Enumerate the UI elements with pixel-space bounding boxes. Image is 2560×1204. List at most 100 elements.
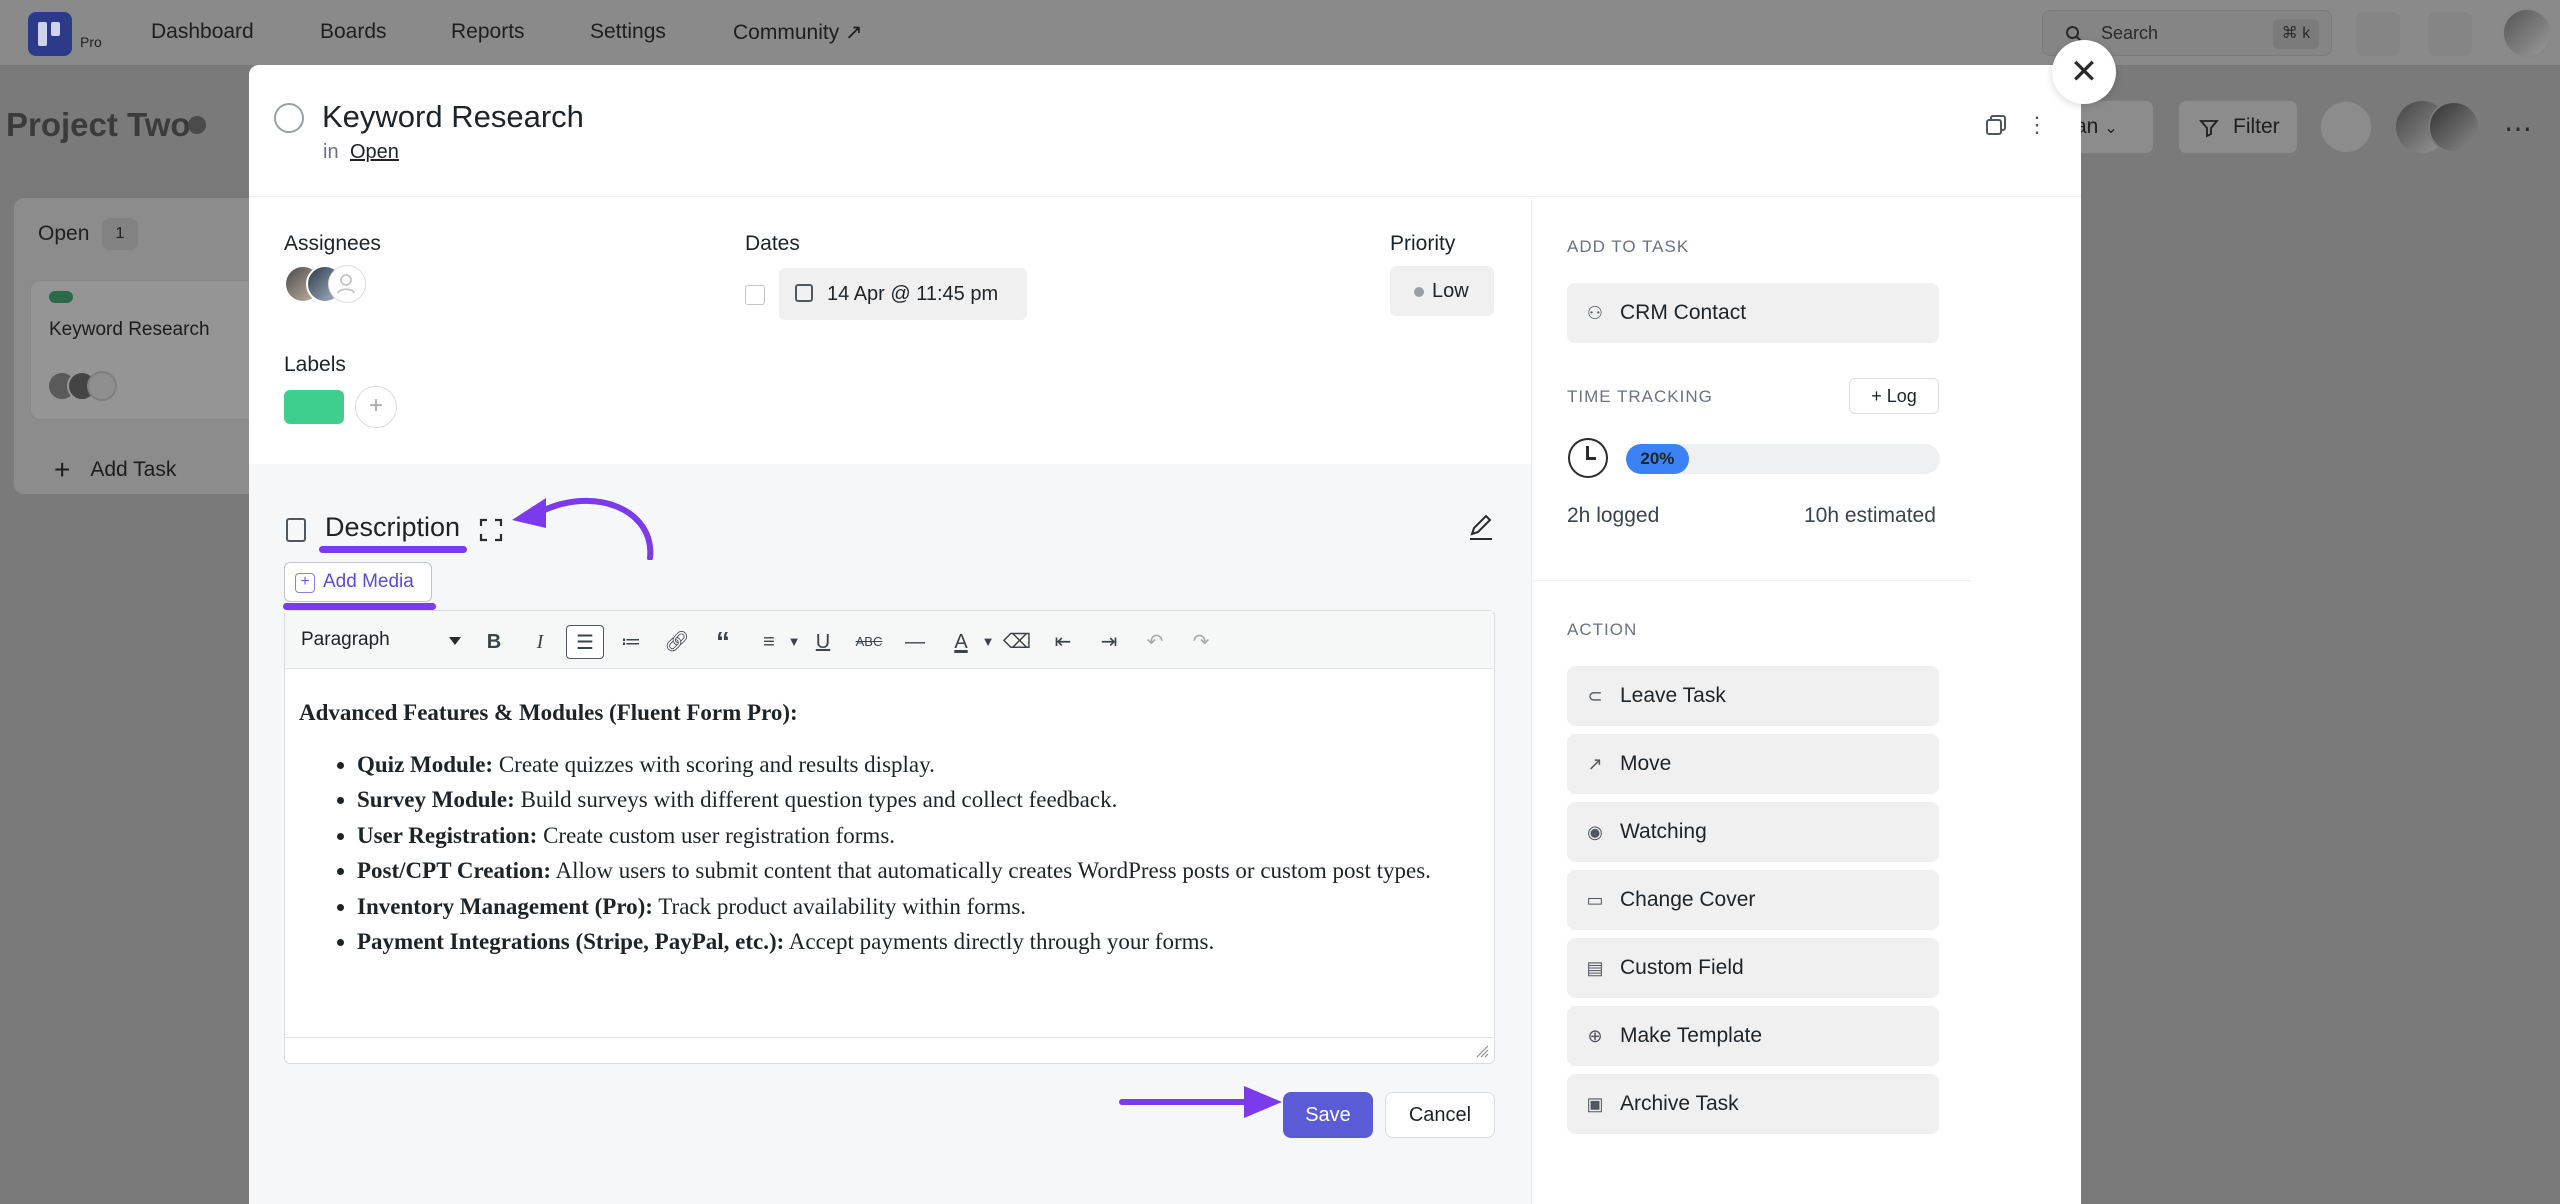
quote-icon[interactable]: “ [704,625,742,659]
priority-value: Low [1432,280,1469,302]
duplicate-icon[interactable] [1982,111,2010,139]
add-task-button[interactable]: + Add Task [54,454,176,486]
undo-icon[interactable]: ↶ [1136,625,1174,659]
cancel-button[interactable]: Cancel [1385,1092,1495,1138]
horizontal-line-icon[interactable]: — [896,625,934,659]
more-vertical-icon[interactable]: ⋮ [2023,111,2051,139]
add-assignee-icon[interactable] [328,265,366,303]
edit-pencil-icon[interactable] [1466,512,1496,542]
format-select[interactable]: Paragraph [295,625,465,655]
leave-task-button[interactable]: ⊂ Leave Task [1567,666,1939,726]
annotation-arrow-right [1119,1086,1282,1118]
numbered-list-icon[interactable]: ≔ [612,625,650,659]
arrow-up-right-icon: ↗ [1587,754,1603,774]
list-item-text: Track product availability within forms. [652,893,1027,919]
filter-label: Filter [2233,115,2280,138]
search-placeholder: Search [2101,23,2159,43]
nav-dashboard[interactable]: Dashboard [151,20,254,44]
nav-boards[interactable]: Boards [320,20,387,44]
list-item-text: Create quizzes with scoring and results … [493,751,935,777]
project-title: Project Two [6,106,191,143]
task-card[interactable]: Keyword Research [30,280,270,420]
app-logo[interactable] [28,12,72,56]
log-label: Log [1886,386,1917,406]
labels-label: Labels [284,353,346,376]
add-label-button[interactable]: + [355,386,397,428]
column-count: 1 [102,218,138,250]
stage-link[interactable]: Open [350,141,399,164]
editor-content[interactable]: Advanced Features & Modules (Fluent Form… [299,695,1479,960]
clock-icon [1568,438,1608,478]
italic-icon[interactable]: I [521,625,559,659]
chevron-down-icon: ⌄ [2104,120,2118,137]
add-media-icon: + [295,573,315,593]
annotation-underline [319,546,467,553]
search-shortcut: ⌘ k [2273,19,2319,49]
view-switch-button[interactable]: an ⌄ [2074,100,2154,154]
description-editor[interactable]: Paragraph B I ☰ ≔ 🔗︎ “ ≡ ▼ U ABC — A ▼ ⌫… [284,610,1495,1064]
watching-button[interactable]: ◉ Watching [1567,802,1939,862]
plus-icon: + [54,454,71,485]
task-title[interactable]: Keyword Research [322,99,584,135]
nav-settings[interactable]: Settings [590,20,666,44]
board-column-open: Open 1 Keyword Research + Add Task [14,198,270,494]
more-options-icon[interactable]: ⋯ [2504,112,2532,145]
strikethrough-icon[interactable]: ABC [850,625,888,659]
link-icon[interactable]: 🔗︎ [658,625,696,659]
add-media-button[interactable]: + Add Media [284,562,432,602]
list-item: Payment Integrations (Stripe, PayPal, et… [357,924,1479,960]
time-tracking-heading: TIME TRACKING [1567,387,1713,406]
nav-reports[interactable]: Reports [451,20,525,44]
nav-community[interactable]: Community ↗ [733,20,863,45]
clear-format-icon[interactable]: ⌫ [998,625,1036,659]
date-checkbox[interactable] [745,285,765,305]
task-header: Keyword Research in Open ⋮ [249,65,2081,197]
date-value: 14 Apr @ 11:45 pm [827,283,999,305]
chevron-down-icon [449,637,461,645]
add-to-task-heading: ADD TO TASK [1567,237,1690,256]
eye-icon: ◉ [1587,822,1603,842]
editor-statusbar [285,1037,1493,1063]
action-label: Watching [1620,820,1707,843]
notifications-bell-icon[interactable] [2356,12,2400,56]
archive-task-button[interactable]: ▣ Archive Task [1567,1074,1939,1134]
fullscreen-icon[interactable] [2428,12,2472,56]
custom-field-button[interactable]: ▤ Custom Field [1567,938,1939,998]
list-item: Post/CPT Creation: Allow users to submit… [357,853,1479,889]
resize-handle-icon[interactable] [1475,1044,1489,1058]
member-avatar-2[interactable] [2428,101,2480,153]
close-icon[interactable]: ✕ [2052,40,2116,104]
date-picker[interactable]: 14 Apr @ 11:45 pm [779,268,1027,320]
priority-select[interactable]: Low [1390,266,1494,316]
info-icon[interactable] [188,116,206,134]
refresh-icon[interactable] [2320,101,2372,153]
filter-button[interactable]: Filter [2178,100,2298,154]
outdent-icon[interactable]: ⇤ [1044,625,1082,659]
user-icon: ⚇ [1586,303,1604,323]
priority-dot [1414,287,1424,297]
list-item: Inventory Management (Pro): Track produc… [357,889,1479,925]
plus-icon: + [1871,386,1887,406]
list-item-text: Build surveys with different question ty… [514,787,1118,812]
feature-list: Quiz Module: Create quizzes with scoring… [357,747,1479,960]
add-task-label: Add Task [90,458,177,481]
redo-icon[interactable]: ↷ [1182,625,1220,659]
list-item-text: Allow users to submit content that autom… [551,858,1431,883]
annotation-underline [283,603,436,610]
crm-contact-button[interactable]: ⚇ CRM Contact [1567,283,1939,343]
list-item-text: Create custom user registration forms. [537,822,896,848]
indent-icon[interactable]: ⇥ [1090,625,1128,659]
bullet-list-icon[interactable]: ☰ [566,625,604,659]
log-time-button[interactable]: + Log [1849,378,1939,414]
move-button[interactable]: ↗ Move [1567,734,1939,794]
bold-icon[interactable]: B [475,625,513,659]
change-cover-button[interactable]: ▭ Change Cover [1567,870,1939,930]
action-label: Move [1620,752,1672,775]
underline-icon[interactable]: U [804,625,842,659]
make-template-button[interactable]: ⊕ Make Template [1567,1006,1939,1066]
user-avatar[interactable] [2502,8,2552,58]
task-label-chip[interactable] [284,390,344,424]
save-button[interactable]: Save [1283,1092,1373,1138]
priority-label: Priority [1390,232,1456,255]
task-status-toggle[interactable] [274,103,304,133]
